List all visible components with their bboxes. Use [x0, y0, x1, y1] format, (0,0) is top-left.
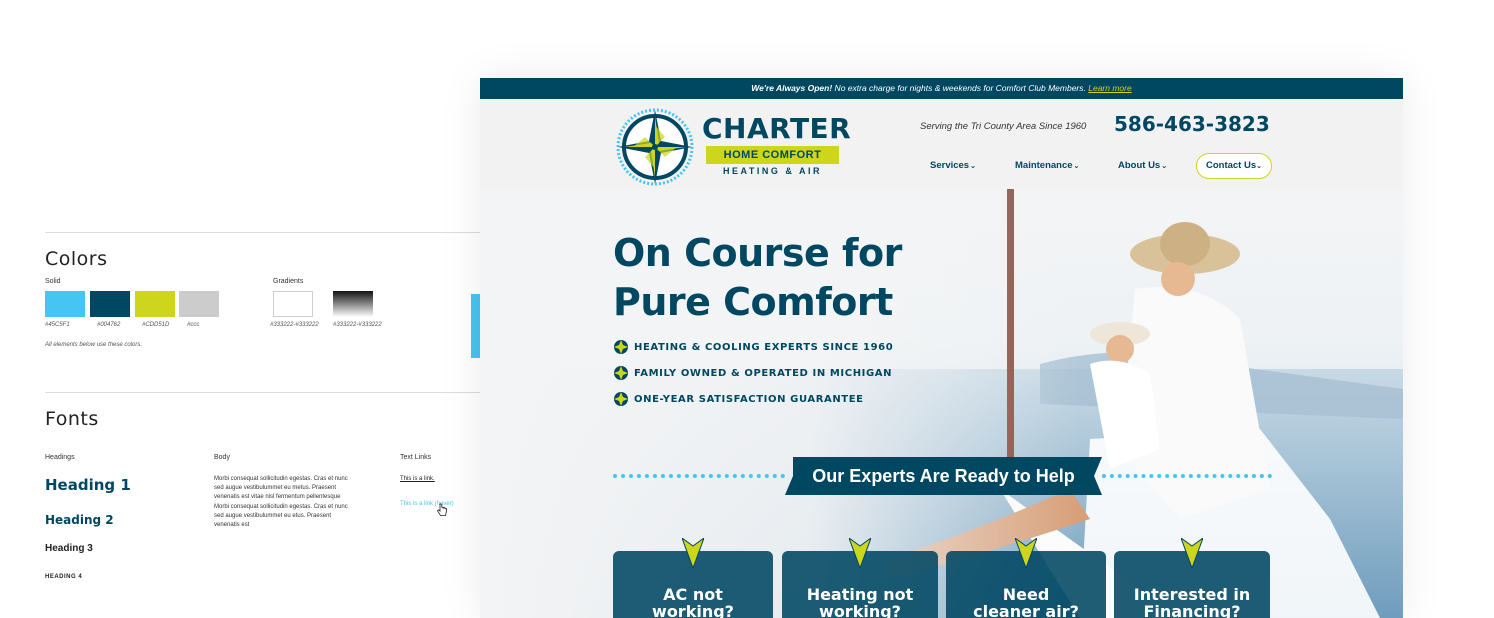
body-text-sample: Morbi consequat sollicitudin egestas. Cr…: [214, 476, 348, 529]
chevron-down-icon: ⌄: [1256, 163, 1263, 170]
swatch-lime: [135, 291, 175, 317]
chevron-down-icon: ⌄: [1073, 163, 1080, 170]
site-header: CHARTER HOME COMFORT HEATING & AIR Servi…: [480, 99, 1403, 189]
card-text: Heating not: [806, 585, 914, 604]
colors-note: All elements below use these colors.: [45, 342, 143, 348]
dotted-divider-right: [1102, 474, 1272, 478]
brand-tagline-heating-air: HEATING & AIR: [723, 166, 822, 176]
announcement-bold: We're Always Open!: [751, 83, 833, 93]
swatch-code: #45C5F1: [45, 322, 70, 328]
hero-title-line: On Course for: [613, 231, 902, 275]
card-text: working?: [652, 602, 734, 618]
nav-label: Services: [930, 160, 970, 171]
hero-bullet-text: HEATING & COOLING EXPERTS SINCE 1960: [634, 342, 894, 353]
text-link-sample[interactable]: This is a link.: [400, 476, 435, 482]
heading-3-sample: Heading 3: [45, 543, 93, 554]
compass-bullet-icon: [614, 392, 628, 406]
hero-title: On Course for Pure Comfort: [613, 229, 1013, 327]
compass-bullet-icon: [614, 366, 628, 380]
nav-label: About Us: [1118, 160, 1161, 171]
chevron-down-icon: ⌄: [970, 163, 976, 170]
dotted-divider-left: [613, 474, 785, 478]
heading-2-sample: Heading 2: [45, 513, 114, 527]
nav-label: Maintenance: [1015, 160, 1073, 171]
colors-heading: Colors: [45, 248, 108, 270]
gradients-label: Gradients: [273, 278, 304, 285]
card-text: Interested in: [1133, 585, 1251, 604]
nav-maintenance[interactable]: Maintenance⌄: [1015, 160, 1079, 171]
announcement-bar: We're Always Open! No extra charge for n…: [480, 78, 1403, 99]
nav-services[interactable]: Services⌄: [930, 160, 976, 171]
card-text: Need: [1002, 585, 1050, 604]
body-label: Body: [214, 454, 230, 461]
swatch-light-blue: [45, 291, 85, 317]
phone-number-link[interactable]: 586-463-3823: [1114, 112, 1270, 136]
learn-more-link[interactable]: Learn more: [1088, 83, 1131, 93]
card-text: AC not: [663, 585, 723, 604]
contact-label: Contact Us: [1205, 160, 1257, 171]
brand-name: CHARTER: [702, 112, 852, 145]
swatch-code: #ccc: [187, 322, 200, 328]
chevron-down-icon: [682, 538, 704, 568]
accent-tab: [471, 294, 480, 358]
hero-title-line: Pure Comfort: [613, 280, 893, 324]
brand-tagline-home-comfort: HOME COMFORT: [706, 146, 839, 164]
hero-bullet: ONE-YEAR SATISFACTION GUARANTEE: [613, 391, 864, 407]
swatch-gradient-black: [333, 291, 373, 317]
headings-label: Headings: [45, 454, 75, 461]
nav-about-us[interactable]: About Us⌄: [1118, 160, 1167, 171]
announcement-text: No extra charge for nights & weekends fo…: [832, 83, 1089, 93]
banner-text: Our Experts Are Ready to Help: [812, 466, 1075, 486]
swatch-code: #333222-#333222: [333, 322, 382, 328]
swatch-code: #CDD51D: [142, 322, 170, 328]
swatch-gray: [179, 291, 219, 317]
card-text: Financing?: [1143, 602, 1241, 618]
compass-bullet-icon: [614, 340, 628, 354]
solid-label: Solid: [45, 278, 61, 285]
chevron-down-icon: [849, 538, 871, 568]
chevron-down-icon: ⌄: [1161, 163, 1168, 170]
fonts-heading: Fonts: [45, 408, 99, 430]
section-divider: [45, 392, 480, 393]
hero-bullet: FAMILY OWNED & OPERATED IN MICHIGAN: [613, 365, 892, 381]
contact-us-button[interactable]: Contact Us⌄: [1196, 153, 1272, 179]
hero-bullet: HEATING & COOLING EXPERTS SINCE 1960: [613, 339, 893, 355]
website-mockup: We're Always Open! No extra charge for n…: [480, 78, 1403, 618]
swatch-code: #004762: [97, 322, 121, 328]
hero-bullet-text: ONE-YEAR SATISFACTION GUARANTEE: [634, 394, 864, 405]
text-links-label: Text Links: [400, 454, 432, 461]
hand-cursor-icon: [436, 503, 447, 516]
swatch-navy: [90, 291, 130, 317]
hero-bullet-text: FAMILY OWNED & OPERATED IN MICHIGAN: [634, 368, 893, 379]
card-text: working?: [819, 602, 901, 618]
serving-area-text: Serving the Tri County Area Since 1960: [920, 121, 1087, 132]
chevron-down-icon: [1015, 538, 1037, 568]
swatch-gradient-white: [273, 291, 313, 317]
swatch-code: #333222-#333222: [270, 322, 319, 328]
heading-4-sample: HEADING 4: [45, 574, 83, 580]
chevron-down-icon: [1181, 538, 1203, 568]
hero-section: On Course for Pure Comfort HEATING & COO…: [480, 189, 1403, 618]
heading-1-sample: Heading 1: [45, 476, 131, 494]
card-text: cleaner air?: [973, 602, 1079, 618]
style-guide-panel: Colors Solid Gradients #45C5F1 #004762 #…: [0, 0, 480, 618]
section-divider: [45, 232, 480, 233]
